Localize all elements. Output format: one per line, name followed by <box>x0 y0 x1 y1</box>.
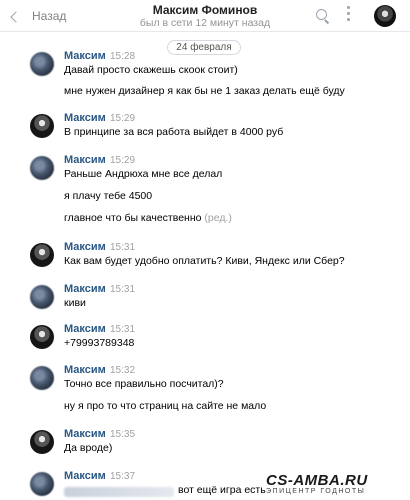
message-text: Как вам будет удобно оплатить? Киви, Янд… <box>64 255 345 267</box>
message-text: главное что бы качественно (ред.) <box>64 212 232 224</box>
sender-name[interactable]: Максим <box>64 470 106 482</box>
message-time: 15:29 <box>110 113 136 124</box>
avatar[interactable] <box>30 114 54 138</box>
sender-name[interactable]: Максим <box>64 323 106 335</box>
chat-page: Назад Максим Фоминов был в сети 12 минут… <box>0 0 410 500</box>
message-text: ну я про то что страниц на сайте не мало <box>64 400 267 412</box>
watermark: CS-AMBA.RU ЭПИЦЕНТР ГОДНОТЫ <box>266 472 406 498</box>
watermark-logo: CS-AMBA.RU <box>266 472 368 489</box>
avatar[interactable] <box>30 430 54 454</box>
avatar[interactable] <box>30 52 54 76</box>
sender-name[interactable]: Максим <box>64 50 106 62</box>
message-time: 15:29 <box>110 155 136 166</box>
sender-name[interactable]: Максим <box>64 364 106 376</box>
search-icon[interactable] <box>316 9 327 20</box>
message-text: В принципе за вся работа выйдет в 4000 р… <box>64 126 284 138</box>
sender-name[interactable]: Максим <box>64 154 106 166</box>
sender-name[interactable]: Максим <box>64 112 106 124</box>
avatar[interactable] <box>30 243 54 267</box>
watermark-tagline: ЭПИЦЕНТР ГОДНОТЫ <box>266 488 366 495</box>
sender-name[interactable]: Максим <box>64 428 106 440</box>
avatar[interactable] <box>30 285 54 309</box>
more-icon[interactable] <box>346 6 350 24</box>
avatar[interactable] <box>30 472 54 496</box>
header-avatar[interactable] <box>374 5 396 27</box>
message-text: +79993789348 <box>64 337 135 349</box>
message-text: киви <box>64 297 86 309</box>
date-divider: 24 февраля <box>167 40 241 55</box>
message-time: 15:35 <box>110 429 136 440</box>
message-text: мне нужен дизайнер я как бы не 1 заказ д… <box>64 85 345 97</box>
message-time: 15:32 <box>110 365 136 376</box>
message-time: 15:31 <box>110 284 136 295</box>
chat-header: Назад Максим Фоминов был в сети 12 минут… <box>0 0 410 32</box>
avatar[interactable] <box>30 325 54 349</box>
message-text: Давай просто скажешь скоок стоит) <box>64 64 238 76</box>
message-text: вот ещё игра есть <box>178 484 266 496</box>
avatar[interactable] <box>30 366 54 390</box>
sender-name[interactable]: Максим <box>64 283 106 295</box>
message-time: 15:31 <box>110 242 136 253</box>
edited-mark: (ред.) <box>204 212 232 224</box>
message-text: Точно все правильно посчитал)? <box>64 378 224 390</box>
message-time: 15:28 <box>110 51 136 62</box>
avatar[interactable] <box>30 156 54 180</box>
message-text: Да вроде) <box>64 442 113 454</box>
message-time: 15:37 <box>110 471 136 482</box>
message-text: Раньше Андрюха мне все делал <box>64 168 223 180</box>
blurred-link <box>64 487 174 497</box>
sender-name[interactable]: Максим <box>64 241 106 253</box>
message-text: я плачу тебе 4500 <box>64 190 153 202</box>
message-text-content: главное что бы качественно <box>64 212 202 224</box>
message-time: 15:31 <box>110 324 136 335</box>
